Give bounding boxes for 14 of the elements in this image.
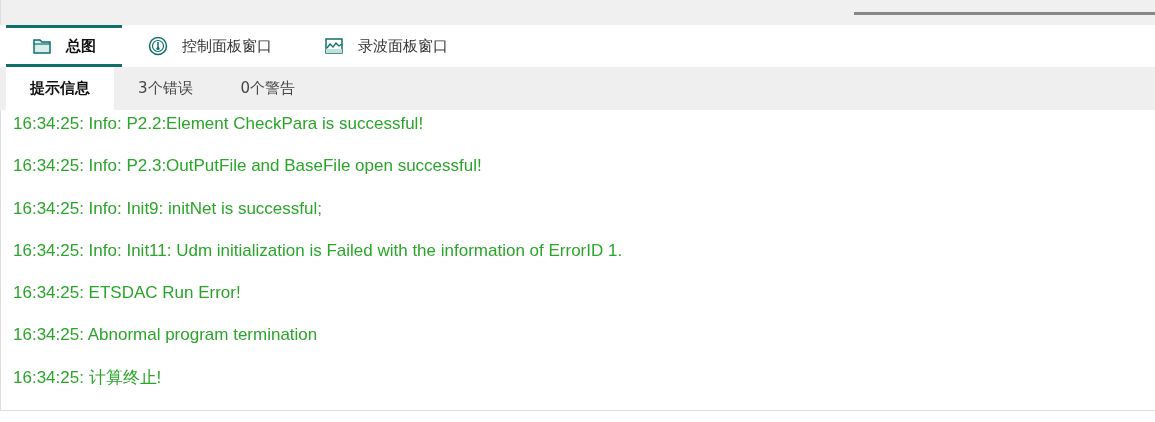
log-message: 16:34:25: Info: P2.3:OutPutFile and BaseFile open successful! (13, 156, 482, 176)
folder-icon (32, 36, 52, 56)
tab[interactable]: 总图 (6, 25, 122, 67)
log-message: 16:34:25: Info: Init9: initNet is successful; (13, 198, 322, 218)
gauge-icon (148, 36, 168, 56)
log-message: 16:34:25: ETSDAC Run Error! (13, 283, 241, 303)
chart-icon (324, 36, 344, 56)
log-message: 16:34:25: Info: Init11: Udm initialization is Failed with the information of ErrorID 1. (13, 240, 623, 260)
tab[interactable]: 提示信息 (6, 67, 114, 110)
tab[interactable]: 0个警告 (216, 67, 320, 110)
tab[interactable]: 3个错误 (114, 67, 217, 110)
log-message: 16:34:25: Info: P2.2:Element CheckPara is successful! (13, 114, 424, 133)
log-message: 16:34:25: Abnormal program termination (13, 325, 318, 345)
log-message: 16:34:25: 计算终止! (13, 367, 162, 387)
